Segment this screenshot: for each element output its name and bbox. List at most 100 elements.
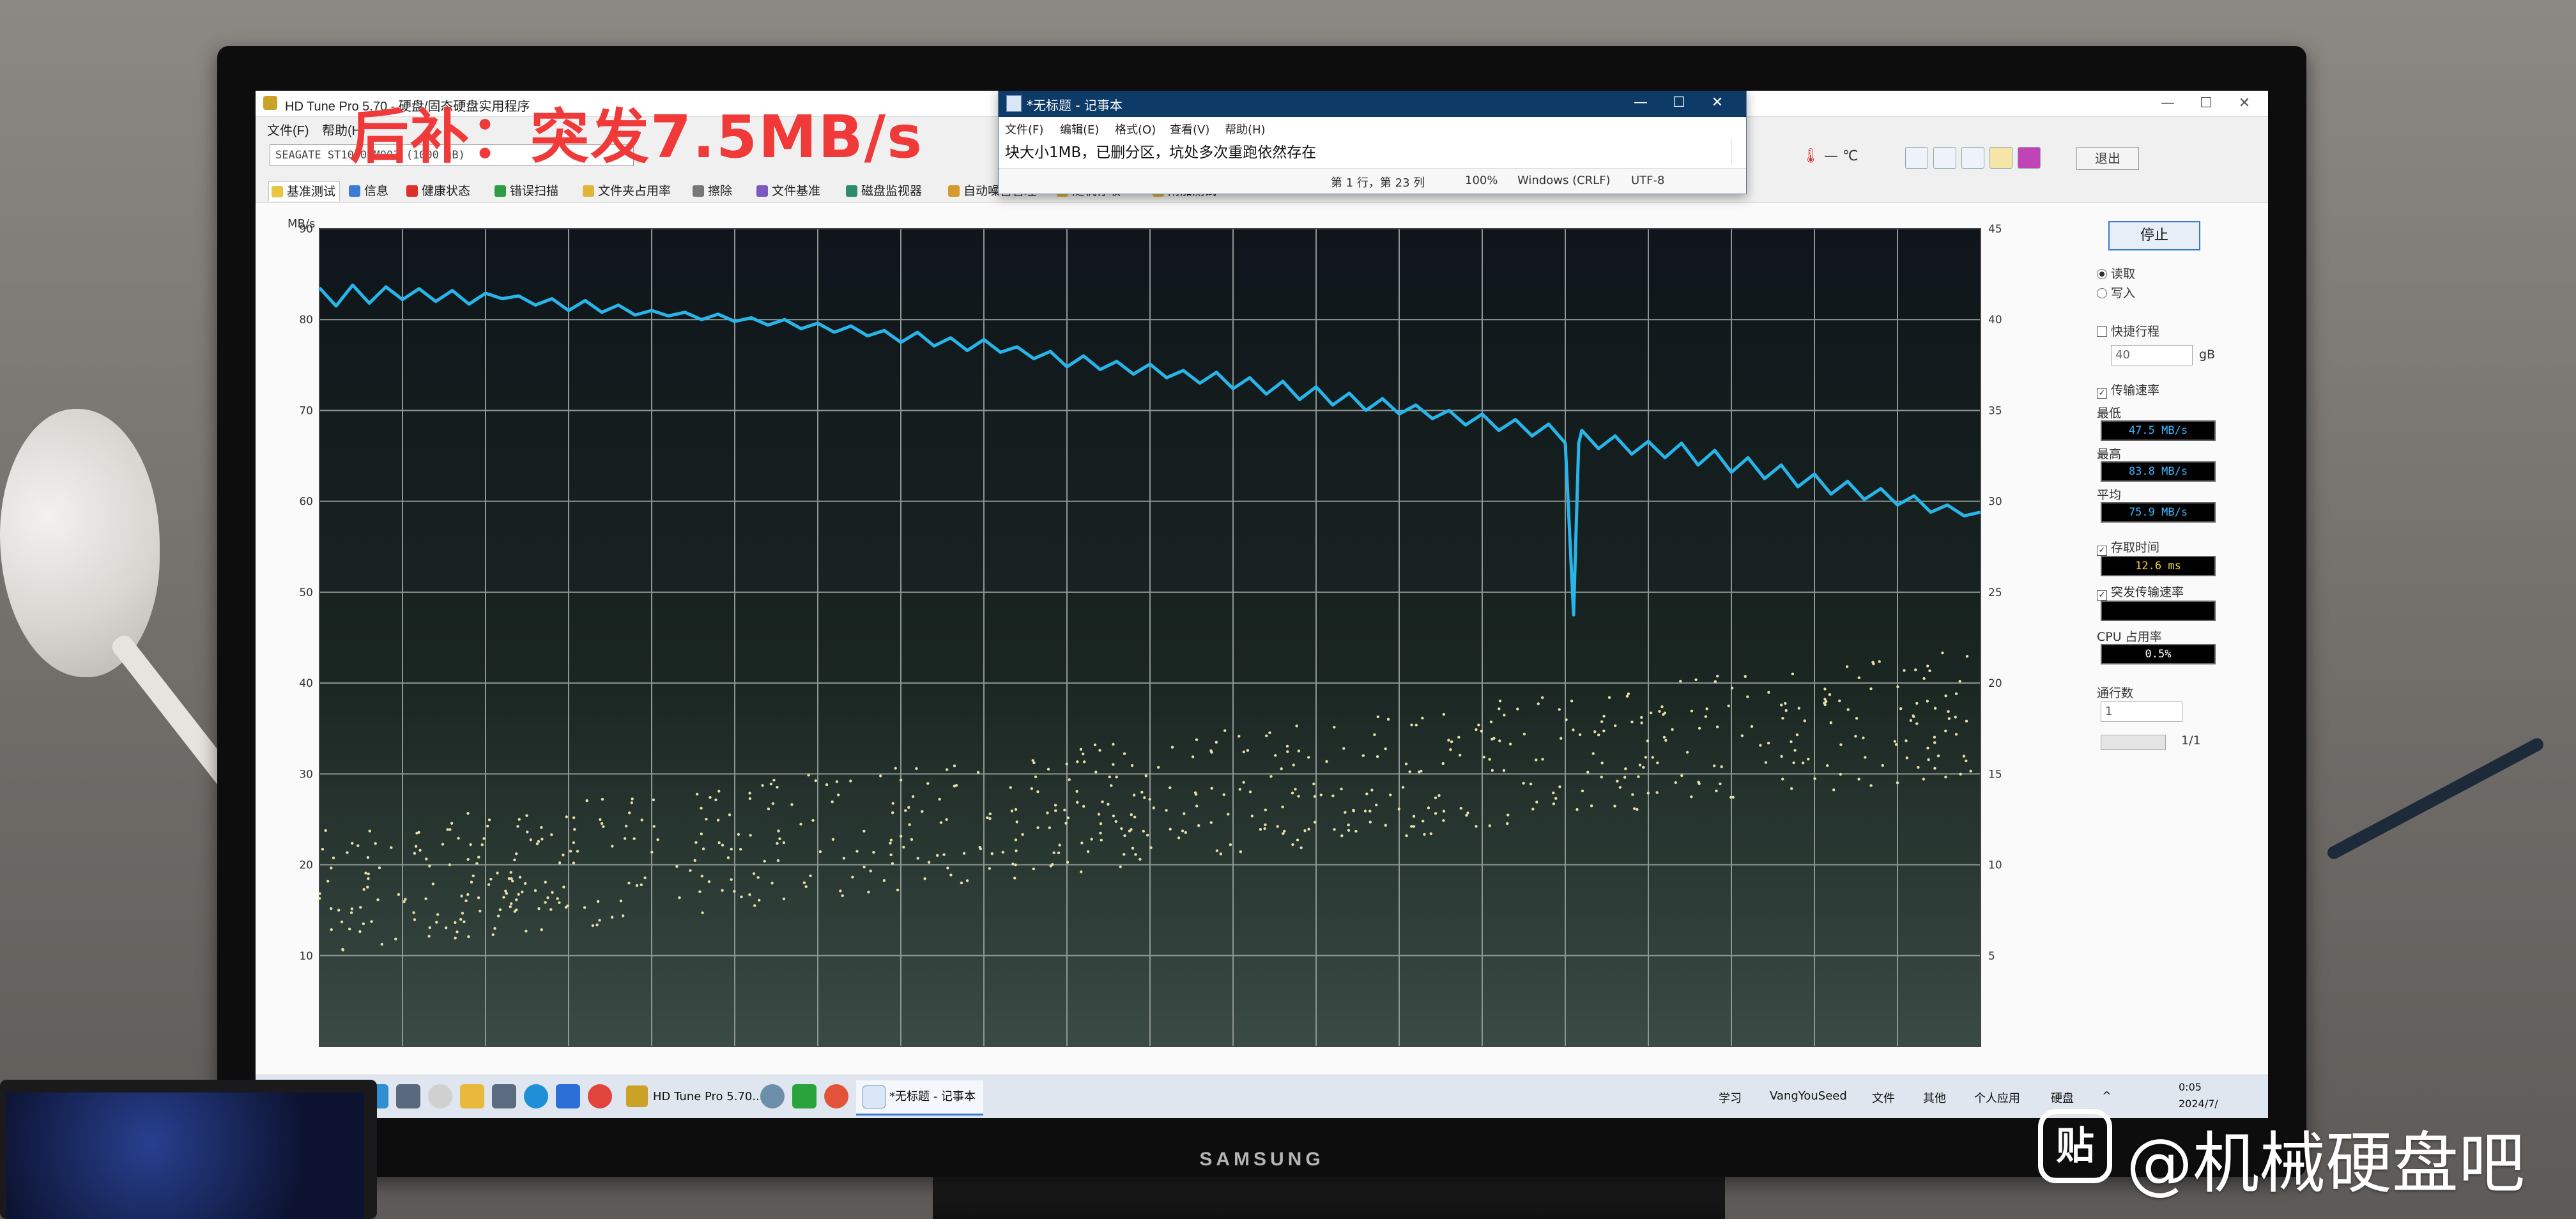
toolbar-link[interactable]: 学习	[1719, 1089, 1742, 1106]
edge-icon[interactable]	[524, 1084, 548, 1108]
copy-info-icon[interactable]	[1905, 147, 1928, 169]
access-time-point	[782, 897, 786, 901]
notepad-menu-view[interactable]: 查看(V)	[1170, 121, 1209, 137]
write-radio[interactable]: 写入	[2097, 284, 2135, 301]
chrome-icon[interactable]	[588, 1084, 612, 1108]
access-time-point	[1694, 678, 1698, 682]
access-time-point	[1344, 811, 1347, 814]
close-button[interactable]: ✕	[2230, 93, 2259, 114]
read-radio[interactable]: 读取	[2097, 264, 2135, 282]
access-time-point	[1342, 747, 1346, 750]
notepad-maximize-button[interactable]: ☐	[1663, 93, 1695, 113]
short-stroke-checkbox[interactable]: 快捷行程	[2097, 322, 2159, 339]
options-icon[interactable]	[1989, 147, 2012, 169]
access-time-point	[1491, 737, 1494, 741]
access-time-point	[1465, 814, 1468, 817]
tab-folder-usage[interactable]: 文件夹占用率	[580, 181, 675, 201]
maximize-button[interactable]: ☐	[2191, 93, 2221, 114]
notepad-menu-file[interactable]: 文件(F)	[1005, 121, 1043, 137]
access-time-point	[1671, 728, 1674, 731]
access-time-point	[487, 883, 491, 886]
access-time-point	[923, 877, 926, 880]
toolbar-link[interactable]: VangYouSeed	[1770, 1089, 1847, 1103]
access-time-point	[1434, 796, 1438, 799]
short-stroke-input[interactable]: 40	[2111, 345, 2193, 365]
access-time-point	[1537, 702, 1540, 705]
access-time-point	[1824, 700, 1828, 703]
exit-button[interactable]: 退出	[2076, 147, 2139, 170]
toolbar-link[interactable]: 个人应用	[1974, 1089, 2020, 1106]
access-time-point	[1746, 695, 1749, 698]
access-time-point	[1133, 815, 1137, 818]
passes-input[interactable]: 1	[2101, 702, 2182, 722]
access-time-point	[1112, 763, 1115, 766]
file-explorer-icon[interactable]	[460, 1084, 484, 1108]
app-icon[interactable]	[396, 1084, 420, 1108]
chevron-up-icon[interactable]: ^	[2102, 1089, 2112, 1103]
access-time-point	[1376, 715, 1379, 719]
access-time-point	[939, 821, 943, 824]
access-time-point	[1767, 741, 1770, 745]
taskbar-notepad[interactable]: *无标题 - 记事本	[856, 1080, 983, 1116]
access-time-point	[1331, 794, 1335, 797]
access-time-point	[1656, 761, 1659, 765]
taskbar-hdtune[interactable]: HD Tune Pro 5.70...	[620, 1080, 771, 1114]
toolbar-link[interactable]: 其他	[1923, 1089, 1946, 1106]
notepad-menu-edit[interactable]: 编辑(E)	[1060, 121, 1099, 137]
access-time-point	[1015, 820, 1018, 824]
access-time-checkbox[interactable]: ✓ 存取时间	[2097, 538, 2159, 556]
minimize-button[interactable]: —	[2153, 93, 2182, 114]
access-time-point	[1031, 759, 1034, 762]
app-icon[interactable]	[556, 1084, 580, 1108]
access-time-point	[1325, 760, 1328, 763]
access-time-point	[1263, 827, 1266, 831]
tab-health[interactable]: 健康状态	[404, 181, 474, 201]
tab-benchmark[interactable]: 基准测试	[268, 181, 341, 201]
tab-info[interactable]: 信息	[346, 181, 392, 201]
notepad-icon	[1006, 95, 1022, 112]
burst-rate-checkbox[interactable]: ✓ 突发传输速率	[2097, 583, 2184, 601]
toolbar-link[interactable]: 硬盘	[2051, 1089, 2074, 1106]
transfer-rate-checkbox[interactable]: ✓ 传输速率	[2097, 381, 2159, 399]
notepad-menu-format[interactable]: 格式(O)	[1115, 121, 1156, 137]
access-time-point	[1143, 796, 1146, 799]
access-time-point	[809, 874, 812, 877]
access-time-point	[1491, 769, 1494, 772]
app-icon[interactable]	[824, 1084, 848, 1108]
app-icon[interactable]	[760, 1084, 785, 1108]
access-time-point	[1790, 787, 1793, 790]
taskbar-clock[interactable]: 0:05 2024/7/	[2179, 1079, 2218, 1112]
menu-file[interactable]: 文件(F)	[267, 120, 309, 139]
tab-erase[interactable]: 擦除	[690, 181, 736, 201]
notepad-text-area[interactable]: 块大小1MB，已删分区，坑处多次重跑依然存在	[1005, 140, 1316, 162]
access-time-point	[1429, 832, 1432, 836]
access-time-point	[1101, 800, 1104, 804]
access-time-point	[717, 790, 721, 793]
copy-text-icon[interactable]	[1933, 147, 1956, 169]
access-time-point	[986, 816, 989, 820]
save-icon[interactable]	[2018, 147, 2041, 169]
notepad-minimize-button[interactable]: —	[1625, 93, 1657, 113]
access-time-point	[583, 906, 586, 909]
access-time-point	[1376, 755, 1379, 758]
access-time-point	[1250, 815, 1254, 818]
store-icon[interactable]	[492, 1084, 516, 1108]
clock-icon[interactable]	[428, 1084, 452, 1108]
access-time-point	[1498, 739, 1501, 742]
stop-button[interactable]: 停止	[2108, 221, 2200, 250]
notepad-menu-help[interactable]: 帮助(H)	[1225, 121, 1266, 137]
screenshot-icon[interactable]	[1961, 147, 1984, 169]
app-icon[interactable]	[792, 1084, 816, 1108]
notepad-scrollbar[interactable]	[1731, 139, 1744, 164]
tab-file-benchmark[interactable]: 文件基准	[754, 181, 824, 201]
access-time-point	[1578, 733, 1582, 737]
tab-error-scan[interactable]: 错误扫描	[492, 181, 562, 201]
access-time-point	[1658, 710, 1661, 713]
tab-disk-monitor[interactable]: 磁盘监视器	[843, 181, 926, 201]
access-time-point	[374, 842, 377, 845]
access-time-point	[1498, 700, 1502, 703]
access-time-point	[1140, 790, 1144, 794]
notepad-close-button[interactable]: ✕	[1701, 93, 1733, 113]
toolbar-link[interactable]: 文件	[1872, 1089, 1895, 1106]
access-time-point	[602, 825, 605, 828]
